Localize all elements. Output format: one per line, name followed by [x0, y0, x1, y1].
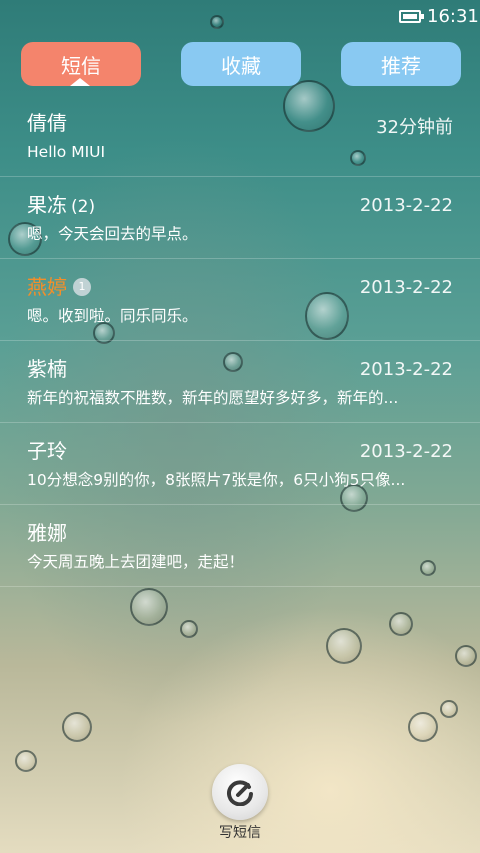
tab-recommended-label: 推荐: [381, 53, 421, 78]
tab-sms-label: 短信: [61, 53, 101, 78]
status-time: 16:31: [427, 6, 479, 27]
conversation-row[interactable]: 倩倩 32分钟前 Hello MIUI: [0, 95, 480, 177]
status-bar: 16:31: [0, 0, 480, 36]
battery-icon: [399, 10, 424, 23]
conversation-row[interactable]: 紫楠 2013-2-22 新年的祝福数不胜数，新年的愿望好多好多，新年的...: [0, 341, 480, 423]
tab-pointer-indicator: [70, 78, 90, 86]
message-time: 2013-2-22: [359, 441, 453, 462]
message-preview: 新年的祝福数不胜数，新年的愿望好多好多，新年的...: [27, 389, 399, 407]
conversation-row[interactable]: 果冻 (2) 2013-2-22 嗯，今天会回去的早点。: [0, 177, 480, 259]
compose-icon: [227, 780, 253, 806]
message-time: 2013-2-22: [359, 359, 453, 380]
contact-name: 果冻: [27, 193, 67, 217]
compose-label: 写短信: [219, 825, 261, 841]
message-time: 2013-2-22: [359, 195, 453, 216]
message-time: 2013-2-22: [359, 277, 453, 298]
conversation-row[interactable]: 雅娜 今天周五晚上去团建吧，走起！: [0, 505, 480, 587]
message-preview: 10分想念9别的你，8张照片7张是你，6只小狗5只像...: [27, 471, 406, 489]
contact-name: 紫楠: [27, 357, 67, 381]
message-time: 32分钟前: [376, 117, 453, 138]
message-preview: 嗯。收到啦。同乐同乐。: [27, 307, 198, 325]
message-preview: 今天周五晚上去团建吧，走起！: [27, 553, 245, 571]
contact-name: 子玲: [27, 439, 67, 463]
tab-recommended[interactable]: 推荐: [341, 42, 461, 86]
conversation-row[interactable]: 子玲 2013-2-22 10分想念9别的你，8张照片7张是你，6只小狗5只像.…: [0, 423, 480, 505]
compose-button[interactable]: [212, 764, 268, 820]
message-preview: Hello MIUI: [27, 143, 106, 161]
message-preview: 嗯，今天会回去的早点。: [27, 225, 198, 243]
tab-favorites[interactable]: 收藏: [181, 42, 301, 86]
contact-name: 倩倩: [27, 111, 67, 135]
conversation-row[interactable]: 燕婷 1 2013-2-22 嗯。收到啦。同乐同乐。: [0, 259, 480, 341]
message-count: (2): [71, 197, 96, 217]
contact-name: 雅娜: [27, 521, 67, 545]
conversation-list: 倩倩 32分钟前 Hello MIUI 果冻 (2) 2013-2-22 嗯，今天…: [0, 95, 480, 587]
tab-favorites-label: 收藏: [221, 53, 261, 78]
contact-name: 燕婷: [27, 275, 67, 299]
unread-badge: 1: [73, 277, 91, 296]
